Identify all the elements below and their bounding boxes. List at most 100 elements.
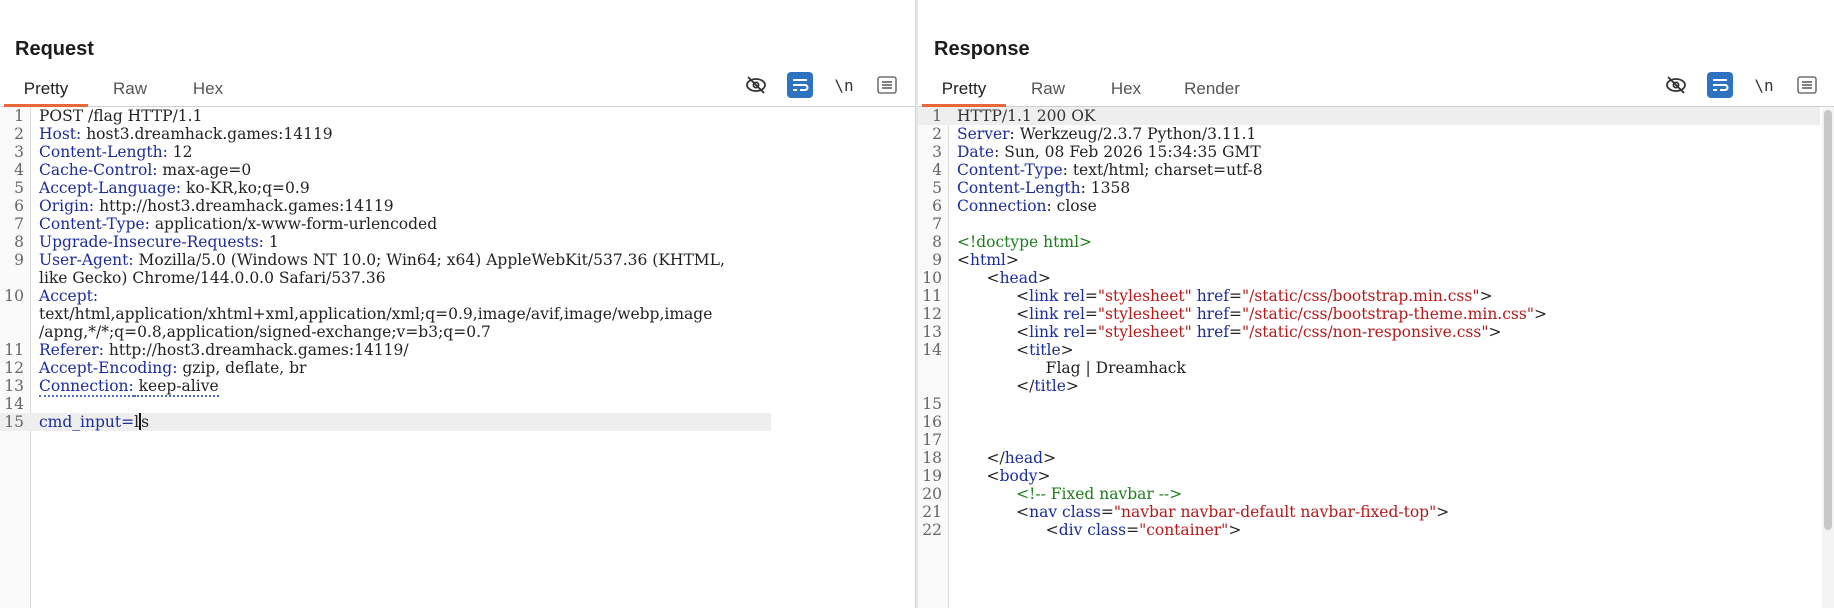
line-code: <link rel="stylesheet" href="/static/css… [957, 287, 1493, 305]
line-number: 9 [932, 251, 942, 269]
response-line[interactable]: 18 </head> [918, 449, 1834, 467]
response-wrap-lines-button[interactable] [1707, 72, 1733, 98]
line-number: 22 [922, 521, 942, 539]
response-editor[interactable]: 1 HTTP/1.1 200 OK 2 Server: Werkzeug/2.3.7 … [918, 107, 1834, 608]
request-line[interactable]: 9 User-Agent: Mozilla/5.0 (Windows NT 10.… [0, 251, 915, 269]
line-code: Flag | Dreamhack [957, 359, 1186, 377]
response-line[interactable]: 7 [918, 215, 1834, 233]
response-tab-hex[interactable]: Hex [1094, 72, 1158, 104]
response-line[interactable]: 17 [918, 431, 1834, 449]
line-code: <link rel="stylesheet" href="/static/css… [957, 323, 1502, 341]
line-code: Server: Werkzeug/2.3.7 Python/3.11.1 [957, 125, 1257, 143]
response-line[interactable]: 19 <body> [918, 467, 1834, 485]
response-line[interactable]: 4 Content-Type: text/html; charset=utf-8 [918, 161, 1834, 179]
request-wrap-lines-button[interactable] [787, 72, 813, 98]
line-number: 7 [14, 215, 24, 233]
response-line[interactable]: 6 Connection: close [918, 197, 1834, 215]
response-scrollbar-thumb[interactable] [1824, 110, 1832, 530]
request-line[interactable]: like Gecko) Chrome/144.0.0.0 Safari/537.… [0, 269, 915, 287]
response-show-newlines-button[interactable]: \n [1751, 72, 1777, 98]
line-code: <title> [957, 341, 1074, 359]
response-line[interactable]: 8 <!doctype html> [918, 233, 1834, 251]
response-line[interactable]: 11 <link rel="stylesheet" href="/static/… [918, 287, 1834, 305]
request-line[interactable]: 3 Content-Length: 12 [0, 143, 915, 161]
line-number: 2 [14, 125, 24, 143]
response-tab-pretty[interactable]: Pretty [922, 72, 1006, 107]
response-hide-nonprint-button[interactable] [1663, 72, 1689, 98]
request-line[interactable]: 6 Origin: http://host3.dreamhack.games:14… [0, 197, 915, 215]
request-line[interactable]: 2 Host: host3.dreamhack.games:14119 [0, 125, 915, 143]
request-show-newlines-button[interactable]: \n [831, 72, 857, 98]
line-code: Date: Sun, 08 Feb 2026 15:34:35 GMT [957, 143, 1261, 161]
line-number: 6 [932, 197, 942, 215]
response-line[interactable]: 16 [918, 413, 1834, 431]
eye-slash-icon [746, 76, 766, 94]
response-line[interactable]: 20 <!-- Fixed navbar --> [918, 485, 1834, 503]
line-number: 18 [922, 449, 942, 467]
response-title: Response [934, 38, 1030, 60]
request-line[interactable]: 13 Connection: keep-alive [0, 377, 915, 397]
line-code: <nav class="navbar navbar-default navbar… [957, 503, 1450, 521]
line-number: 8 [14, 233, 24, 251]
request-line[interactable]: 11 Referer: http://host3.dreamhack.games:… [0, 341, 915, 359]
request-line[interactable]: 10 Accept: [0, 287, 915, 305]
response-line[interactable]: 2 Server: Werkzeug/2.3.7 Python/3.11.1 [918, 125, 1834, 143]
line-number: 15 [4, 413, 24, 431]
request-line[interactable]: 15 cmd_input=l s [0, 413, 771, 431]
response-line[interactable]: 10 <head> [918, 269, 1834, 287]
line-code: Content-Type: application/x-www-form-url… [39, 215, 438, 233]
response-line[interactable]: 3 Date: Sun, 08 Feb 2026 15:34:35 GMT [918, 143, 1834, 161]
line-number: 17 [922, 431, 942, 449]
response-tab-render[interactable]: Render [1174, 72, 1250, 104]
line-number: 1 [932, 107, 942, 125]
response-line[interactable]: </title> [918, 377, 1834, 395]
line-number: 1 [14, 107, 24, 125]
line-code: <body> [957, 467, 1051, 485]
request-line[interactable]: 7 Content-Type: application/x-www-form-ur… [0, 215, 915, 233]
response-line[interactable]: 15 [918, 395, 1834, 413]
line-number: 10 [4, 287, 24, 305]
request-tab-hex[interactable]: Hex [176, 72, 240, 104]
response-line[interactable]: 12 <link rel="stylesheet" href="/static/… [918, 305, 1834, 323]
request-editor[interactable]: 1 POST /flag HTTP/1.1 2 Host: host3.dreamha… [0, 107, 915, 608]
line-code: Referer: http://host3.dreamhack.games:14… [39, 341, 409, 359]
request-tab-pretty[interactable]: Pretty [4, 72, 88, 107]
line-number: 14 [922, 341, 942, 359]
line-code: <!-- Fixed navbar --> [1016, 485, 1183, 503]
request-line[interactable]: 5 Accept-Language: ko-KR,ko;q=0.9 [0, 179, 915, 197]
response-line[interactable]: 1 HTTP/1.1 200 OK [918, 107, 1820, 125]
request-line[interactable]: text/html,application/xhtml+xml,applicat… [0, 305, 915, 323]
line-number: 13 [922, 323, 942, 341]
request-menu-button[interactable] [874, 72, 900, 98]
line-number: 3 [932, 143, 942, 161]
line-number: 11 [4, 341, 24, 359]
request-line[interactable]: 1 POST /flag HTTP/1.1 [0, 107, 915, 125]
response-line[interactable]: 22 <div class="container"> [918, 521, 1834, 539]
request-tab-raw[interactable]: Raw [98, 72, 162, 104]
line-code: </title> [957, 377, 1079, 395]
response-line[interactable]: Flag | Dreamhack [918, 359, 1834, 377]
line-number: 6 [14, 197, 24, 215]
request-line[interactable]: 4 Cache-Control: max-age=0 [0, 161, 915, 179]
line-number: 19 [922, 467, 942, 485]
line-code: Host: host3.dreamhack.games:14119 [39, 125, 333, 143]
hamburger-menu-icon [877, 76, 897, 94]
request-line[interactable]: 14 [0, 395, 915, 413]
response-line[interactable]: 9 <html> [918, 251, 1834, 269]
request-line[interactable]: 8 Upgrade-Insecure-Requests: 1 [0, 233, 915, 251]
response-line[interactable]: 13 <link rel="stylesheet" href="/static/… [918, 323, 1834, 341]
line-number: 3 [14, 143, 24, 161]
response-line[interactable]: 14 <title> [918, 341, 1834, 359]
request-hide-nonprint-button[interactable] [743, 72, 769, 98]
response-pane: Response Pretty Raw Hex Render \n 1 HTTP/… [918, 0, 1834, 608]
request-line[interactable]: 12 Accept-Encoding: gzip, deflate, br [0, 359, 915, 377]
response-tabbar: Pretty Raw Hex Render [918, 72, 1834, 107]
response-menu-button[interactable] [1794, 72, 1820, 98]
response-line[interactable]: 21 <nav class="navbar navbar-default nav… [918, 503, 1834, 521]
line-code: POST /flag HTTP/1.1 [39, 107, 203, 125]
line-code: User-Agent: Mozilla/5.0 (Windows NT 10.0… [39, 251, 725, 269]
response-line[interactable]: 5 Content-Length: 1358 [918, 179, 1834, 197]
line-code: Connection: keep-alive [39, 377, 219, 397]
response-tab-raw[interactable]: Raw [1016, 72, 1080, 104]
request-line[interactable]: /apng,*/*;q=0.8,application/signed-excha… [0, 323, 915, 341]
